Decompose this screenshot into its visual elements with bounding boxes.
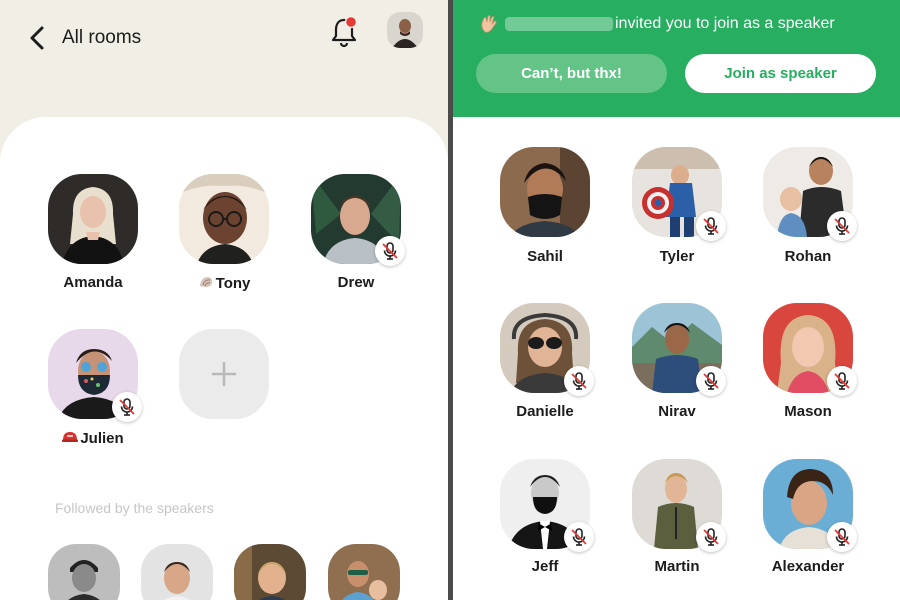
- mic-muted-icon: [701, 371, 721, 391]
- listener-name: Martin: [654, 558, 700, 575]
- mic-muted-badge: [827, 522, 857, 552]
- speaker-name: Drew: [337, 274, 375, 291]
- bell-icon[interactable]: [328, 14, 360, 48]
- all-rooms-link[interactable]: All rooms: [62, 27, 141, 49]
- plus-icon: [211, 361, 237, 387]
- invite-panel: invited you to join as a speaker Can’t, …: [453, 0, 900, 600]
- notification-dot: [344, 15, 358, 29]
- mic-muted-icon: [380, 241, 400, 261]
- speaker-invite-banner: invited you to join as a speaker Can’t, …: [453, 0, 900, 117]
- mic-muted-badge: [827, 366, 857, 396]
- listener-name: Jeff: [531, 558, 559, 575]
- mic-muted-icon: [569, 527, 589, 547]
- room-header: All rooms: [0, 0, 448, 80]
- invite-message: invited you to join as a speaker: [615, 15, 835, 32]
- listener-name: Alexander: [771, 558, 845, 575]
- speaker-name: Tony: [169, 274, 279, 292]
- listener-name: Rohan: [784, 248, 832, 265]
- chevron-left-icon[interactable]: [26, 24, 50, 52]
- speaker-avatar-amanda[interactable]: [48, 174, 138, 264]
- mic-muted-badge: [696, 366, 726, 396]
- mic-muted-badge: [564, 366, 594, 396]
- mic-muted-badge: [827, 211, 857, 241]
- followed-avatar[interactable]: [48, 544, 120, 600]
- followed-avatar[interactable]: [141, 544, 213, 600]
- listener-name: Tyler: [659, 248, 695, 265]
- mic-muted-icon: [117, 397, 137, 417]
- mic-muted-icon: [569, 371, 589, 391]
- mic-muted-badge: [112, 392, 142, 422]
- mic-muted-icon: [701, 216, 721, 236]
- listener-name: Danielle: [516, 403, 574, 420]
- profile-avatar[interactable]: [387, 12, 423, 48]
- mic-muted-icon: [832, 216, 852, 236]
- room-panel: All rooms Amanda Tony Drew Julien Follow…: [0, 0, 448, 600]
- mic-muted-badge: [696, 522, 726, 552]
- listener-name: Sahil: [527, 248, 563, 265]
- decline-invite-button[interactable]: Can’t, but thx!: [476, 54, 667, 93]
- join-as-speaker-button[interactable]: Join as speaker: [685, 54, 876, 93]
- speaker-avatar-tony[interactable]: [179, 174, 269, 264]
- mic-muted-icon: [701, 527, 721, 547]
- speaker-name: Julien: [38, 429, 148, 447]
- speaker-name: Amanda: [63, 274, 123, 291]
- shell-emoji-icon: [199, 277, 212, 287]
- followed-avatar[interactable]: [234, 544, 306, 600]
- mic-muted-badge: [696, 211, 726, 241]
- mic-muted-badge: [564, 522, 594, 552]
- waving-hand-icon: [481, 15, 497, 33]
- listener-avatar-sahil[interactable]: [500, 147, 590, 237]
- followed-avatar[interactable]: [328, 544, 400, 600]
- red-helmet-emoji-icon: [62, 432, 79, 442]
- inviter-name-redacted: [505, 17, 613, 31]
- add-speaker-button[interactable]: [179, 329, 269, 419]
- followed-section-label: Followed by the speakers: [55, 500, 214, 516]
- mic-muted-icon: [832, 527, 852, 547]
- listener-name: Nirav: [658, 403, 696, 420]
- listener-name: Mason: [784, 403, 832, 420]
- mic-muted-icon: [832, 371, 852, 391]
- mic-muted-badge: [375, 236, 405, 266]
